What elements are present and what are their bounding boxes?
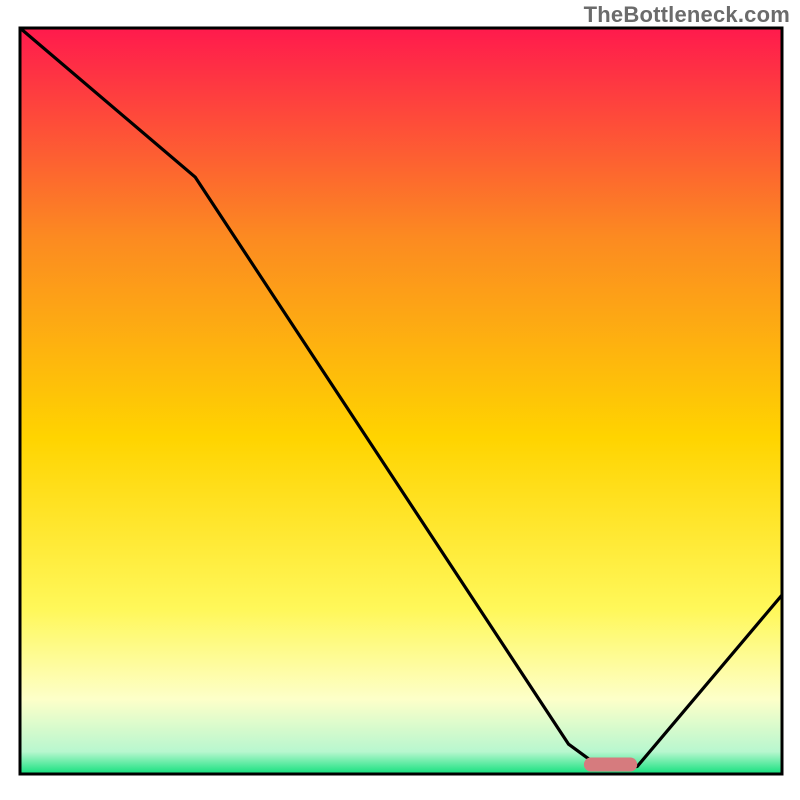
chart-stage: TheBottleneck.com — [0, 0, 800, 800]
watermark-text: TheBottleneck.com — [584, 2, 790, 28]
bottleneck-chart — [0, 0, 800, 800]
optimal-range-marker — [584, 758, 637, 772]
gradient-background — [20, 28, 782, 774]
